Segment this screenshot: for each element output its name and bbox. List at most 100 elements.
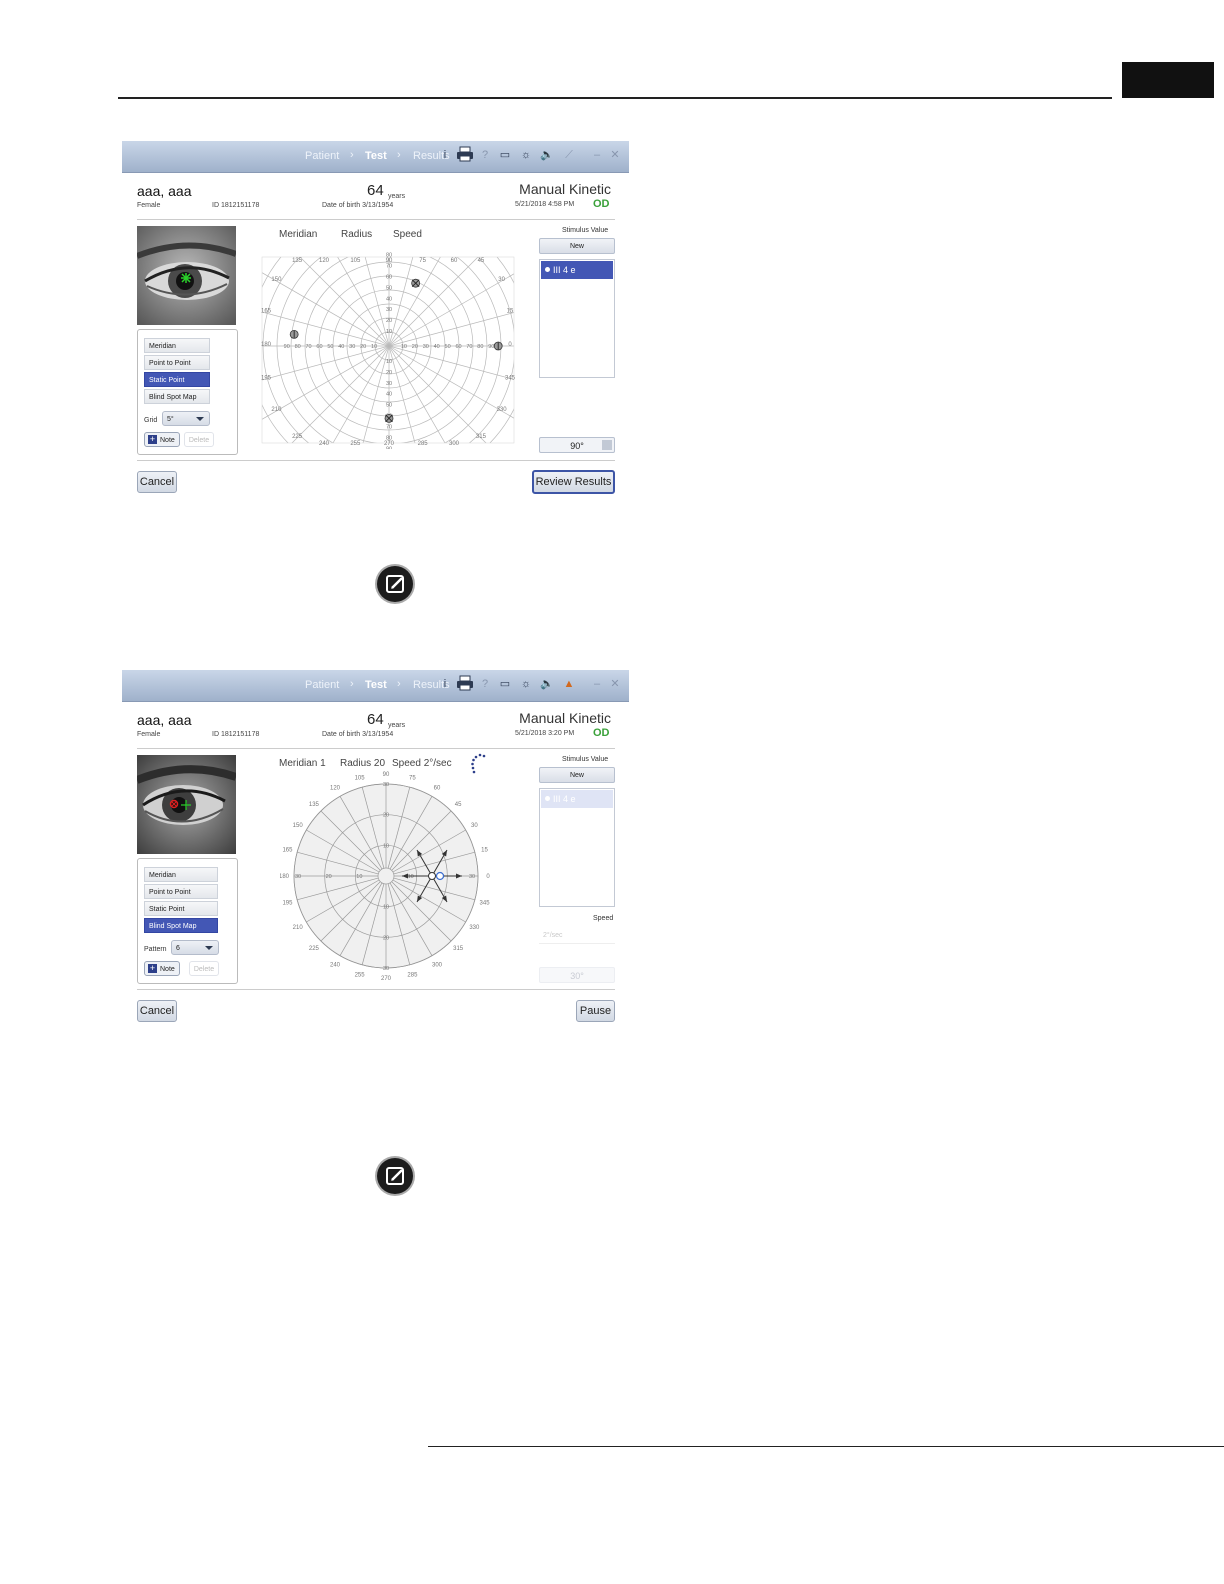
angle-label: 165 xyxy=(282,848,293,854)
warning-icon[interactable]: ▲ xyxy=(562,677,576,691)
radius-label: 90 xyxy=(386,446,392,449)
radius-label: 40 xyxy=(386,392,392,398)
breadcrumb-test[interactable]: Test xyxy=(365,679,387,691)
radius-label: 70 xyxy=(466,344,472,350)
delete-button[interactable]: Delete xyxy=(184,432,214,447)
radius-label: 10 xyxy=(386,329,392,335)
radius-label: 70 xyxy=(386,264,392,270)
wrench-icon[interactable]: ⟋ xyxy=(562,148,576,162)
breadcrumb-patient[interactable]: Patient xyxy=(305,150,339,162)
close-icon[interactable]: ✕ xyxy=(608,148,622,162)
angle-control[interactable]: 30° xyxy=(539,967,615,983)
breadcrumb-patient[interactable]: Patient xyxy=(305,679,339,691)
stimulus-marker xyxy=(289,329,299,339)
printer-icon[interactable] xyxy=(456,675,474,691)
angle-label: 45 xyxy=(455,802,462,808)
menu-blind-spot-map[interactable]: Blind Spot Map xyxy=(144,389,210,404)
angle-label: 165 xyxy=(261,308,272,314)
angle-label: 135 xyxy=(309,802,320,808)
pattern-label: Pattern xyxy=(144,946,167,953)
title-bar: Patient › Test › Results i ? ▭ ☼ 🔈 ▲ – ✕ xyxy=(122,670,629,702)
info-icon[interactable]: i xyxy=(438,677,452,691)
angle-label: 0 xyxy=(486,874,490,880)
angle-label: 150 xyxy=(293,823,304,829)
stimulus-marker xyxy=(411,278,421,288)
test-name: Manual Kinetic xyxy=(519,181,611,197)
plus-icon: + xyxy=(148,963,157,973)
kinetic-perimetry-chart[interactable]: 90 75 60 4530150345330315300285270255240225… xyxy=(252,249,524,449)
radius-label: 50 xyxy=(386,285,392,291)
note-button[interactable]: + Note xyxy=(144,961,180,976)
pause-button[interactable]: Pause xyxy=(576,1000,615,1022)
meridian-readout: Meridian xyxy=(279,229,318,240)
radius-label: 20 xyxy=(412,344,418,350)
speaker-icon[interactable]: 🔈 xyxy=(540,148,554,162)
grid-label: Grid xyxy=(144,417,158,424)
blind-spot-map-chart[interactable]: 9075604530150345330315300285270255240225… xyxy=(280,770,492,982)
minimize-icon[interactable]: – xyxy=(590,677,604,691)
radius-label: 10 xyxy=(408,874,414,880)
angle-value: 30° xyxy=(570,971,584,981)
menu-point-to-point[interactable]: Point to Point xyxy=(144,355,210,370)
meridian-readout: Meridian 1 xyxy=(279,758,326,769)
patient-sex: Female xyxy=(137,731,161,738)
age-unit: years xyxy=(388,722,406,729)
angle-control[interactable]: 90° xyxy=(539,437,615,453)
angle-label: 30 xyxy=(471,823,478,829)
stimulus-item[interactable]: III 4 e xyxy=(541,790,613,808)
angle-label: 75 xyxy=(409,775,416,781)
angle-label: 255 xyxy=(350,441,361,447)
title-bar: Patient › Test › Results i ? ▭ ☼ 🔈 ⟋ – ✕ xyxy=(122,141,629,173)
test-name: Manual Kinetic xyxy=(519,710,611,726)
menu-static-point[interactable]: Static Point xyxy=(144,372,210,387)
display-icon[interactable]: ▭ xyxy=(498,148,512,162)
test-mode-panel: Meridian Point to Point Static Point Bli… xyxy=(137,858,238,984)
cancel-button[interactable]: Cancel xyxy=(137,471,177,493)
pattern-value: 6 xyxy=(176,945,180,952)
delete-button[interactable]: Delete xyxy=(189,961,219,976)
angle-label: 240 xyxy=(319,441,330,447)
menu-blind-spot-map[interactable]: Blind Spot Map xyxy=(144,918,218,933)
new-stimulus-button[interactable]: New xyxy=(539,238,615,254)
menu-meridian[interactable]: Meridian xyxy=(144,338,210,353)
cancel-button[interactable]: Cancel xyxy=(137,1000,177,1022)
speed-dropdown[interactable]: 2°/sec xyxy=(539,928,615,944)
menu-meridian[interactable]: Meridian xyxy=(144,867,218,882)
display-icon[interactable]: ▭ xyxy=(498,677,512,691)
angle-label: 330 xyxy=(497,407,508,413)
speed-label: Speed xyxy=(593,915,614,922)
close-icon[interactable]: ✕ xyxy=(608,677,622,691)
note-button[interactable]: + Note xyxy=(144,432,180,447)
minimize-icon[interactable]: – xyxy=(590,148,604,162)
pattern-dropdown[interactable]: 6 xyxy=(171,940,219,955)
brightness-icon[interactable]: ☼ xyxy=(519,148,533,162)
speaker-icon[interactable]: 🔈 xyxy=(540,677,554,691)
radius-label: 70 xyxy=(305,344,311,350)
radius-label: 30 xyxy=(383,966,389,972)
radius-label: 10 xyxy=(383,843,389,849)
help-icon[interactable]: ? xyxy=(478,148,492,162)
meridian-line xyxy=(388,345,514,380)
angle-label: 75 xyxy=(419,258,426,264)
radius-label: 10 xyxy=(371,344,377,350)
radius-label: 50 xyxy=(386,403,392,409)
radius-readout: Radius 20 xyxy=(340,758,386,769)
meridian-line xyxy=(262,345,390,381)
menu-static-point[interactable]: Static Point xyxy=(144,901,218,916)
stimulus-item[interactable]: III 4 e xyxy=(541,261,613,279)
help-icon[interactable]: ? xyxy=(478,677,492,691)
date-of-birth: Date of birth 3/13/1954 xyxy=(322,731,394,738)
printer-icon[interactable] xyxy=(456,146,474,162)
info-icon[interactable]: i xyxy=(438,148,452,162)
radius-label: 30 xyxy=(383,782,389,788)
chevron-down-icon xyxy=(205,946,213,950)
brightness-icon[interactable]: ☼ xyxy=(519,677,533,691)
radius-label: 30 xyxy=(469,874,475,880)
breadcrumb-test[interactable]: Test xyxy=(365,150,387,162)
menu-point-to-point[interactable]: Point to Point xyxy=(144,884,218,899)
new-stimulus-button[interactable]: New xyxy=(539,767,615,783)
speed-value: 2°/sec xyxy=(543,932,563,939)
grid-dropdown[interactable]: 5° xyxy=(162,411,210,426)
header-divider xyxy=(137,748,615,749)
review-results-button[interactable]: Review Results xyxy=(532,470,615,494)
